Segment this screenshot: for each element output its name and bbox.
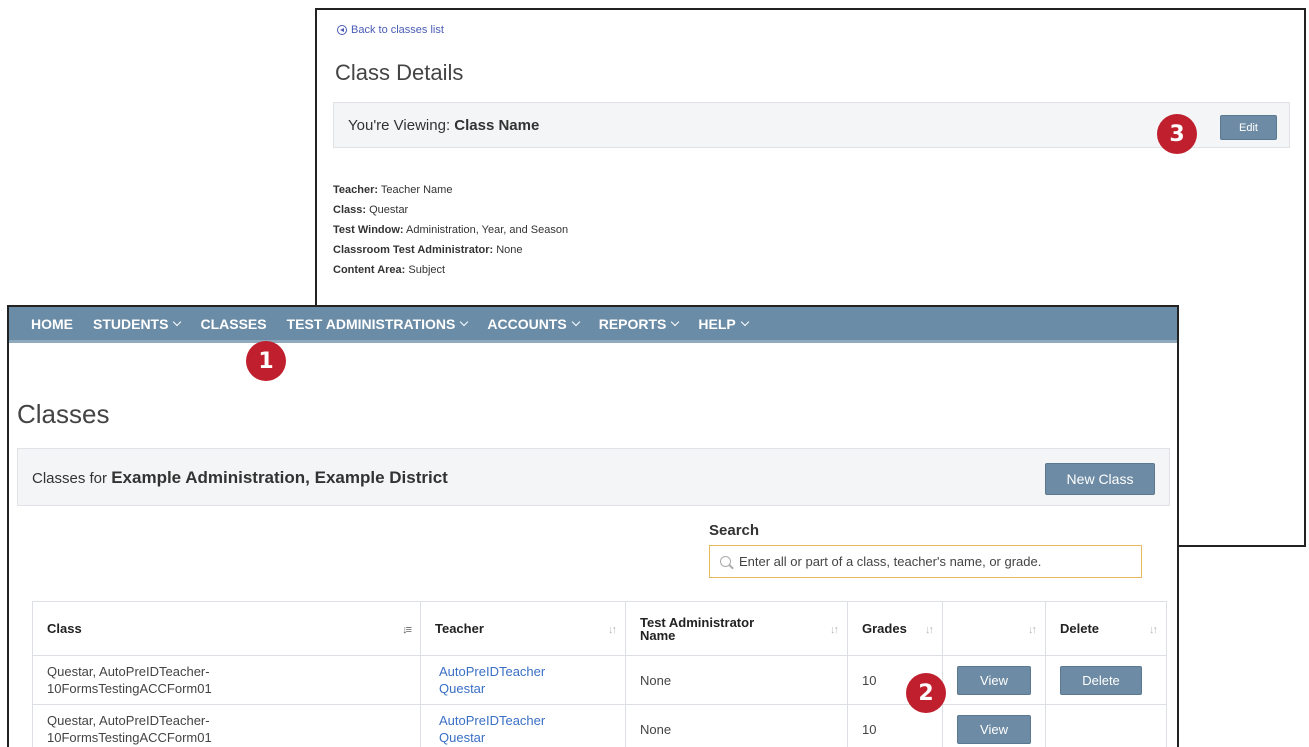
- chevron-down-icon: [173, 317, 182, 326]
- view-button[interactable]: View: [957, 665, 1031, 695]
- sort-icon[interactable]: ↓↑: [1149, 624, 1158, 637]
- nav-item-classes[interactable]: CLASSES: [200, 316, 266, 332]
- detail-value: Teacher Name: [380, 184, 453, 196]
- nav-label: HELP: [698, 315, 736, 332]
- cell-admin: None: [625, 704, 848, 747]
- detail-value: Administration, Year, and Season: [406, 224, 569, 236]
- teacher-link[interactable]: AutoPreIDTeacher Questar: [435, 663, 575, 697]
- sort-icon[interactable]: ↓↑: [608, 624, 617, 637]
- callout-marker-3: 3: [1157, 114, 1197, 154]
- detail-label: Classroom Test Administrator:: [333, 244, 494, 256]
- nav-label: ACCOUNTS: [487, 315, 567, 332]
- column-header-class[interactable]: Class ↓≡: [32, 601, 421, 656]
- column-header-delete[interactable]: Delete ↓↑: [1045, 601, 1167, 656]
- detail-label: Content Area:: [333, 264, 406, 276]
- viewing-class-name: Class Name: [454, 117, 540, 134]
- sort-icon[interactable]: ↓≡: [402, 624, 412, 637]
- nav-label: REPORTS: [598, 315, 667, 332]
- view-button[interactable]: View: [957, 714, 1031, 744]
- detail-test-window: Test Window: Administration, Year, and S…: [333, 224, 568, 236]
- chevron-down-icon: [571, 317, 580, 326]
- main-nav: HOME STUDENTS CLASSES TEST ADMINISTRATIO…: [9, 307, 1177, 343]
- nav-item-help[interactable]: HELP: [698, 315, 749, 332]
- viewing-prefix: You're Viewing:: [348, 117, 451, 134]
- cell-view: View: [942, 655, 1046, 705]
- edit-button[interactable]: Edit: [1220, 115, 1277, 140]
- nav-item-home[interactable]: HOME: [31, 316, 73, 332]
- detail-teacher: Teacher: Teacher Name: [333, 184, 452, 196]
- back-link-label: Back to classes list: [351, 24, 444, 36]
- detail-classroom-test-admin: Classroom Test Administrator: None: [333, 244, 523, 256]
- classes-for-bar: Classes for Example Administration, Exam…: [17, 448, 1170, 506]
- column-header-label: Teacher: [435, 621, 484, 636]
- nav-label: HOME: [31, 315, 73, 332]
- sort-icon[interactable]: ↓↑: [1028, 624, 1037, 637]
- table-header-row: Class ↓≡ Teacher ↓↑ Test Administrator N…: [32, 601, 1167, 656]
- column-header-label: Delete: [1060, 621, 1100, 636]
- column-header-label: Grades: [862, 621, 907, 636]
- nav-item-students[interactable]: STUDENTS: [93, 315, 182, 332]
- cell-teacher: AutoPreIDTeacher Questar: [420, 704, 626, 747]
- column-header-teacher[interactable]: Teacher ↓↑: [420, 601, 626, 656]
- chevron-down-icon: [740, 317, 749, 326]
- column-header-view[interactable]: ↓↑: [942, 601, 1046, 656]
- delete-button[interactable]: Delete: [1060, 665, 1142, 695]
- table-row: Questar, AutoPreIDTeacher-10FormsTesting…: [32, 704, 1167, 747]
- column-header-grades[interactable]: Grades ↓↑: [847, 601, 943, 656]
- search-input[interactable]: [739, 554, 1139, 569]
- cell-teacher: AutoPreIDTeacher Questar: [420, 655, 626, 705]
- nav-label: STUDENTS: [93, 315, 169, 332]
- search-label: Search: [709, 522, 760, 539]
- callout-marker-1: 1: [246, 341, 286, 381]
- sort-icon[interactable]: ↓↑: [925, 624, 934, 637]
- chevron-down-icon: [460, 317, 469, 326]
- cell-class: Questar, AutoPreIDTeacher-10FormsTesting…: [32, 655, 421, 705]
- detail-content-area: Content Area: Subject: [333, 264, 445, 276]
- class-name: Questar, AutoPreIDTeacher-10FormsTesting…: [47, 713, 212, 745]
- detail-value: None: [496, 244, 523, 256]
- viewing-bar: You're Viewing: Class Name Edit: [333, 102, 1290, 148]
- detail-class: Class: Questar: [333, 204, 408, 216]
- column-header-label: Class: [47, 621, 82, 636]
- classes-table: Class ↓≡ Teacher ↓↑ Test Administrator N…: [32, 601, 1167, 747]
- viewing-text: You're Viewing: Class Name: [348, 117, 539, 134]
- detail-label: Teacher:: [333, 184, 379, 196]
- cell-admin: None: [625, 655, 848, 705]
- sort-icon[interactable]: ↓↑: [830, 624, 839, 637]
- class-name: Questar, AutoPreIDTeacher-10FormsTesting…: [47, 664, 212, 696]
- page-title: Class Details: [335, 60, 464, 85]
- back-to-classes-link[interactable]: Back to classes list: [337, 24, 444, 36]
- nav-label: TEST ADMINISTRATIONS: [286, 315, 456, 332]
- search-box[interactable]: [709, 545, 1142, 578]
- cell-view: View: [942, 704, 1046, 747]
- chevron-down-icon: [671, 317, 680, 326]
- detail-label: Test Window:: [333, 224, 404, 236]
- nav-label: CLASSES: [200, 315, 267, 332]
- classes-for-text: Classes for Example Administration, Exam…: [32, 468, 448, 488]
- cell-delete: [1045, 704, 1167, 747]
- detail-value: Questar: [369, 204, 409, 216]
- column-header-test-admin[interactable]: Test Administrator Name ↓↑: [625, 601, 848, 656]
- cell-delete: Delete: [1045, 655, 1167, 705]
- nav-item-accounts[interactable]: ACCOUNTS: [487, 315, 580, 332]
- callout-marker-2: 2: [906, 673, 946, 713]
- classes-window: HOME STUDENTS CLASSES TEST ADMINISTRATIO…: [7, 305, 1179, 747]
- new-class-button[interactable]: New Class: [1045, 463, 1155, 495]
- column-header-label: Test Administrator Name: [640, 614, 755, 643]
- classes-for-prefix: Classes for: [32, 470, 108, 487]
- detail-label: Class:: [333, 204, 367, 216]
- nav-item-reports[interactable]: REPORTS: [598, 315, 680, 332]
- circle-arrow-left-icon: [337, 25, 347, 35]
- teacher-link[interactable]: AutoPreIDTeacher Questar: [435, 712, 575, 746]
- detail-value: Subject: [408, 264, 446, 276]
- nav-item-test-administrations[interactable]: TEST ADMINISTRATIONS: [286, 315, 469, 332]
- cell-class: Questar, AutoPreIDTeacher-10FormsTesting…: [32, 704, 421, 747]
- classes-for-name: Example Administration, Example District: [111, 468, 448, 487]
- page-title: Classes: [17, 399, 110, 429]
- search-icon: [720, 556, 731, 567]
- table-row: Questar, AutoPreIDTeacher-10FormsTesting…: [32, 655, 1167, 705]
